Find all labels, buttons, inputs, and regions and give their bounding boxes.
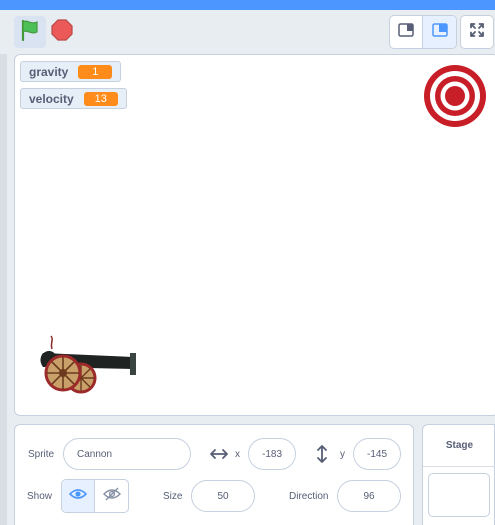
stage-selector-panel[interactable]: Stage xyxy=(422,424,495,525)
show-sprite-button[interactable] xyxy=(62,480,96,512)
monitor-velocity[interactable]: velocity 13 xyxy=(20,88,127,109)
monitor-value: 13 xyxy=(83,91,118,106)
sprite-info-panel: Sprite Cannon x -183 y -145 Show Size 50… xyxy=(14,424,414,525)
target-icon xyxy=(424,65,486,127)
left-panel-edge xyxy=(0,54,7,525)
size-label: Size xyxy=(163,491,183,502)
vertical-arrows-icon xyxy=(316,444,328,469)
stage-title: Stage xyxy=(423,425,495,467)
monitor-label: velocity xyxy=(29,91,74,106)
cannon-icon xyxy=(40,335,136,394)
sprite-name-input[interactable]: Cannon xyxy=(63,438,191,470)
horizontal-arrows-icon xyxy=(209,447,229,465)
stage-size-toggle xyxy=(389,15,457,49)
stop-button[interactable] xyxy=(50,16,74,48)
direction-input[interactable]: 96 xyxy=(337,480,401,512)
direction-label: Direction xyxy=(289,491,329,502)
monitor-label: gravity xyxy=(29,64,69,79)
cannon-sprite[interactable] xyxy=(37,335,139,395)
x-position-input[interactable]: -183 xyxy=(248,438,296,470)
stop-icon xyxy=(51,18,73,46)
fullscreen-icon xyxy=(469,22,485,43)
hide-sprite-button[interactable] xyxy=(95,480,128,512)
eye-icon xyxy=(68,487,88,505)
green-flag-button[interactable] xyxy=(14,16,46,48)
y-position-input[interactable]: -145 xyxy=(353,438,401,470)
normal-stage-button[interactable] xyxy=(423,16,456,48)
small-stage-button[interactable] xyxy=(390,16,424,48)
normal-stage-icon xyxy=(431,22,448,42)
size-input[interactable]: 50 xyxy=(191,480,255,512)
green-flag-icon xyxy=(19,19,41,46)
eye-slash-icon xyxy=(102,486,121,506)
fullscreen-button[interactable] xyxy=(460,15,494,49)
top-bar xyxy=(0,0,495,10)
small-stage-icon xyxy=(398,22,414,42)
show-label: Show xyxy=(27,491,53,502)
visibility-toggle xyxy=(61,479,129,513)
stage-controls xyxy=(0,10,495,54)
stage-canvas[interactable]: gravity 1 velocity 13 xyxy=(14,54,495,416)
monitor-value: 1 xyxy=(78,64,113,79)
x-label: x xyxy=(235,449,240,460)
stage-thumbnail[interactable] xyxy=(428,473,490,517)
target-sprite[interactable] xyxy=(423,64,487,128)
y-label: y xyxy=(340,449,345,460)
sprite-label: Sprite xyxy=(28,449,55,460)
monitor-gravity[interactable]: gravity 1 xyxy=(20,61,122,82)
